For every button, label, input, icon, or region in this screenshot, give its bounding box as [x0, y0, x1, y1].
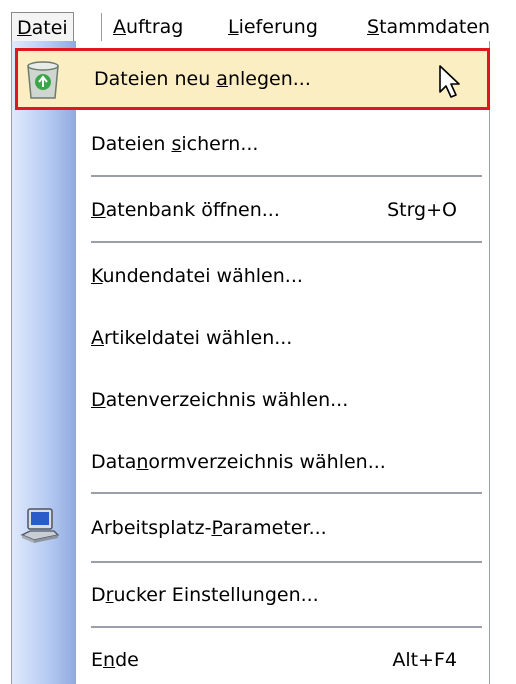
- menu-item-dateien-neu-anlegen[interactable]: Dateien neu anlegen...: [15, 48, 490, 110]
- menu-auftrag[interactable]: Auftrag: [107, 12, 189, 42]
- menu-item-kundendatei-waehlen[interactable]: Kundendatei wählen...: [12, 247, 489, 303]
- menu-item-label: Datenbank öffnen...: [91, 199, 280, 221]
- menu-lieferung[interactable]: Lieferung: [222, 12, 324, 42]
- menu-stammdaten[interactable]: Stammdaten: [361, 12, 496, 42]
- menu-item-artikeldatei-waehlen[interactable]: Artikeldatei wählen...: [12, 309, 489, 365]
- menu-item-label: Datenverzeichnis wählen...: [91, 389, 349, 411]
- menu-datei[interactable]: Datei: [11, 12, 74, 42]
- menu-item-label: Datanormverzeichnis wählen...: [91, 451, 386, 473]
- menu-item-drucker-einstellungen[interactable]: Drucker Einstellungen...: [12, 567, 489, 623]
- menubar-divider: [101, 13, 102, 42]
- menu-separator: [91, 241, 482, 243]
- menu-separator: [91, 175, 482, 177]
- menu-separator: [91, 626, 482, 628]
- menu-bar: Datei Auftrag Lieferung Stammdaten: [0, 0, 516, 42]
- menu-item-datanormverzeichnis-waehlen[interactable]: Datanormverzeichnis wählen...: [12, 433, 489, 489]
- menu-separator: [91, 561, 482, 563]
- menu-item-dateien-sichern[interactable]: Dateien sichern...: [12, 115, 489, 171]
- menu-item-shortcut: Alt+F4: [392, 649, 457, 671]
- datei-dropdown-menu: Dateien neu anlegen... Dateien sichern..…: [11, 41, 490, 684]
- recycle-bin-icon: [24, 60, 62, 105]
- menu-item-datenverzeichnis-waehlen[interactable]: Datenverzeichnis wählen...: [12, 371, 489, 427]
- menu-item-arbeitsplatz-parameter[interactable]: Arbeitsplatz-Parameter...: [12, 497, 489, 557]
- menu-separator: [91, 492, 482, 494]
- menu-item-datenbank-oeffnen[interactable]: Datenbank öffnen... Strg+O: [12, 181, 489, 237]
- menu-item-label: Artikeldatei wählen...: [91, 327, 293, 349]
- menu-item-label: Drucker Einstellungen...: [91, 584, 319, 606]
- menu-item-label: Ende: [91, 649, 139, 671]
- mouse-pointer-icon: [438, 64, 464, 105]
- menu-item-ende[interactable]: Ende Alt+F4: [12, 631, 489, 684]
- menu-item-label: Dateien neu anlegen...: [94, 68, 311, 90]
- computer-icon: [20, 507, 60, 552]
- menu-item-label: Dateien sichern...: [91, 133, 259, 155]
- menu-item-label: Kundendatei wählen...: [91, 265, 303, 287]
- menu-item-shortcut: Strg+O: [387, 199, 457, 221]
- menu-item-label: Arbeitsplatz-Parameter...: [91, 517, 327, 539]
